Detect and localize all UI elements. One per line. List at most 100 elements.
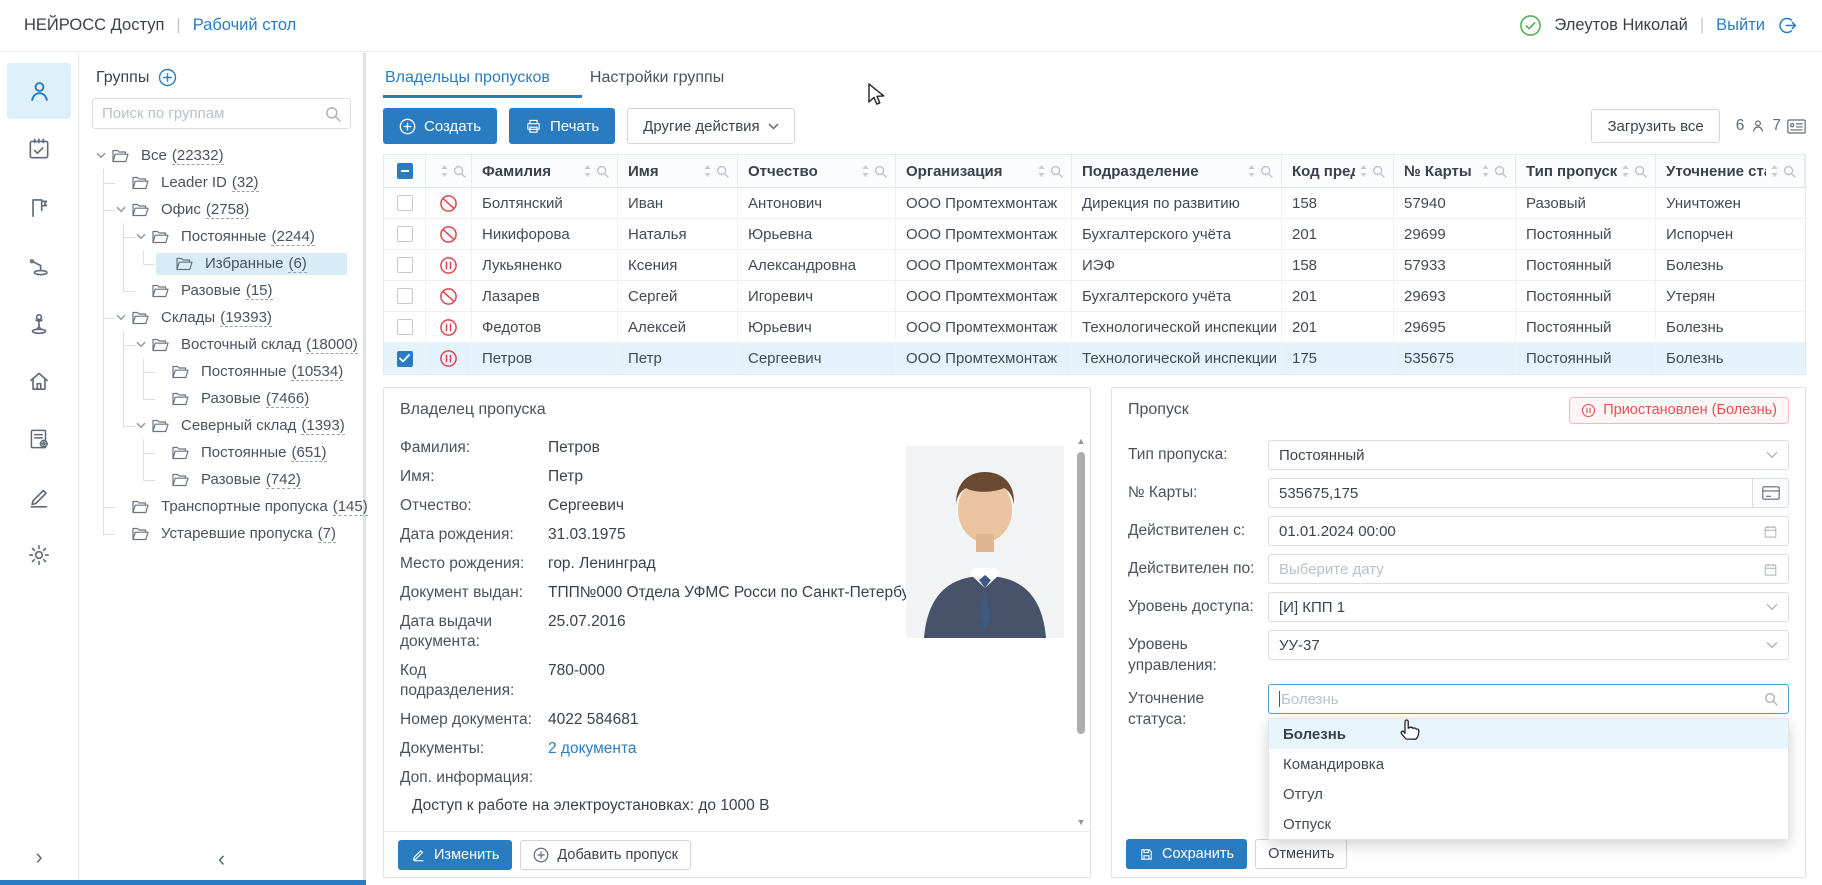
table-row[interactable]: НикифороваНатальяЮрьевнаООО Промтехмонта… bbox=[384, 219, 1805, 250]
dropdown-option[interactable]: Болезнь bbox=[1269, 719, 1788, 749]
row-checkbox[interactable] bbox=[397, 257, 413, 273]
scroll-up-icon[interactable]: ▲ bbox=[1075, 436, 1087, 446]
column-header[interactable]: Уточнение статуса bbox=[1656, 155, 1805, 187]
table-row[interactable]: ЛукьяненкоКсенияАлександровнаООО Промтех… bbox=[384, 250, 1805, 281]
column-search-icon[interactable] bbox=[1372, 165, 1385, 178]
tree-item[interactable]: Восточный склад(18000) bbox=[92, 331, 351, 358]
tree-expand-icon[interactable] bbox=[116, 206, 132, 213]
tree-expand-icon[interactable] bbox=[116, 314, 132, 321]
column-search-icon[interactable] bbox=[716, 165, 729, 178]
tree-item[interactable]: Разовые(742) bbox=[92, 466, 351, 493]
row-checkbox[interactable] bbox=[397, 351, 413, 367]
sort-icon[interactable] bbox=[1481, 164, 1490, 178]
tree-item[interactable]: Избранные(6) bbox=[92, 250, 351, 277]
table-row[interactable]: БолтянскийИванАнтоновичООО Промтехмонтаж… bbox=[384, 188, 1805, 219]
tree-item[interactable]: Все(22332) bbox=[92, 142, 351, 169]
save-button[interactable]: Сохранить bbox=[1126, 839, 1247, 869]
column-search-icon[interactable] bbox=[874, 165, 887, 178]
table-row[interactable]: ФедотовАлексейЮрьевичООО ПромтехмонтажТе… bbox=[384, 312, 1805, 343]
dropdown-option[interactable]: Командировка bbox=[1269, 749, 1788, 779]
tree-item[interactable]: Постоянные(10534) bbox=[92, 358, 351, 385]
add-pass-button[interactable]: Добавить пропуск bbox=[520, 840, 691, 870]
tree-expand-icon[interactable] bbox=[136, 341, 152, 348]
sort-icon[interactable] bbox=[1247, 164, 1256, 178]
column-search-icon[interactable] bbox=[1634, 165, 1647, 178]
create-button[interactable]: Создать bbox=[383, 108, 497, 144]
tree-item[interactable]: Постоянные(2244) bbox=[92, 223, 351, 250]
tree-item[interactable]: Разовые(7466) bbox=[92, 385, 351, 412]
column-header[interactable]: Подразделение bbox=[1072, 155, 1282, 187]
column-search-icon[interactable] bbox=[596, 165, 609, 178]
sort-icon[interactable] bbox=[1770, 164, 1779, 178]
cancel-button[interactable]: Отменить bbox=[1255, 839, 1347, 869]
add-group-icon[interactable] bbox=[158, 68, 177, 87]
select-field[interactable]: Постоянный bbox=[1268, 440, 1789, 470]
column-search-icon[interactable] bbox=[1260, 165, 1273, 178]
row-checkbox[interactable] bbox=[397, 288, 413, 304]
rail-item-document-settings-icon[interactable] bbox=[7, 411, 71, 467]
tab-pass-holders[interactable]: Владельцы пропусков bbox=[383, 62, 552, 98]
rail-item-calendar-check-icon[interactable] bbox=[7, 121, 71, 177]
column-header[interactable]: Код предпр. bbox=[1282, 155, 1394, 187]
groups-collapse-chevron-icon[interactable]: ‹ bbox=[218, 846, 225, 872]
workspace-link[interactable]: Рабочий стол bbox=[193, 16, 297, 35]
sort-icon[interactable] bbox=[861, 164, 870, 178]
rail-item-edit-icon[interactable] bbox=[7, 469, 71, 525]
rail-item-pass-document-icon[interactable] bbox=[7, 179, 71, 235]
load-all-button[interactable]: Загрузить все bbox=[1591, 109, 1719, 143]
column-header[interactable]: № Карты bbox=[1394, 155, 1516, 187]
tree-item[interactable]: Leader ID(32) bbox=[92, 169, 351, 196]
rail-expand-chevron-icon[interactable]: › bbox=[35, 844, 42, 870]
search-icon[interactable] bbox=[325, 106, 341, 122]
rail-item-home-icon[interactable] bbox=[7, 353, 71, 409]
select-all-checkbox[interactable] bbox=[397, 163, 413, 179]
column-header[interactable]: Имя bbox=[618, 155, 738, 187]
date-field[interactable]: Выберите дату bbox=[1268, 554, 1789, 584]
table-row[interactable]: ЛазаревСергейИгоревичООО ПромтехмонтажБу… bbox=[384, 281, 1805, 312]
tree-item[interactable]: Устаревшие пропуска(7) bbox=[92, 520, 351, 547]
column-header[interactable]: Отчество bbox=[738, 155, 896, 187]
column-search-icon[interactable] bbox=[1494, 165, 1507, 178]
tree-expand-icon[interactable] bbox=[136, 422, 152, 429]
date-field[interactable]: 01.01.2024 00:00 bbox=[1268, 516, 1789, 546]
scroll-down-icon[interactable]: ▼ bbox=[1075, 817, 1087, 827]
dropdown-option[interactable]: Отгул bbox=[1269, 779, 1788, 809]
row-checkbox[interactable] bbox=[397, 319, 413, 335]
dropdown-option[interactable]: Отпуск bbox=[1269, 809, 1788, 839]
status-combo-input[interactable]: Болезнь bbox=[1268, 684, 1789, 714]
rail-item-turnstile-icon[interactable] bbox=[7, 237, 71, 293]
sort-icon[interactable] bbox=[1621, 164, 1630, 178]
row-checkbox[interactable] bbox=[397, 195, 413, 211]
column-search-icon[interactable] bbox=[1050, 165, 1063, 178]
edit-owner-button[interactable]: Изменить bbox=[398, 840, 512, 870]
tab-group-settings[interactable]: Настройки группы bbox=[588, 62, 726, 98]
tree-item[interactable]: Склады(19393) bbox=[92, 304, 351, 331]
column-header[interactable]: Организация bbox=[896, 155, 1072, 187]
select-field[interactable]: УУ-37 bbox=[1268, 630, 1789, 660]
tree-expand-icon[interactable] bbox=[136, 233, 152, 240]
table-row[interactable]: ПетровПетрСергеевичООО ПромтехмонтажТехн… bbox=[384, 343, 1805, 374]
row-checkbox[interactable] bbox=[397, 226, 413, 242]
column-header[interactable]: Фамилия bbox=[472, 155, 618, 187]
rail-item-person-icon[interactable] bbox=[7, 63, 71, 119]
tree-item[interactable]: Транспортные пропуска(145) bbox=[92, 493, 351, 520]
calendar-icon[interactable] bbox=[1763, 562, 1778, 577]
column-search-icon[interactable] bbox=[1783, 165, 1796, 178]
groups-search-input[interactable] bbox=[102, 105, 325, 122]
logout-icon[interactable] bbox=[1777, 15, 1798, 36]
select-field[interactable]: [И] КПП 1 bbox=[1268, 592, 1789, 622]
sort-icon[interactable] bbox=[1359, 164, 1368, 178]
logout-link[interactable]: Выйти bbox=[1716, 16, 1765, 35]
print-button[interactable]: Печать bbox=[509, 108, 615, 144]
sort-icon[interactable] bbox=[703, 164, 712, 178]
scrollbar-thumb[interactable] bbox=[1077, 452, 1085, 734]
tree-expand-icon[interactable] bbox=[96, 152, 112, 159]
sort-icon[interactable] bbox=[583, 164, 592, 178]
documents-link[interactable]: 2 документа bbox=[548, 739, 637, 759]
more-actions-button[interactable]: Другие действия bbox=[627, 108, 795, 144]
status-column-header[interactable] bbox=[426, 155, 472, 187]
card-number-input[interactable]: 535675,175 bbox=[1268, 478, 1789, 508]
rail-item-settings-gear-icon[interactable] bbox=[7, 527, 71, 583]
tree-item[interactable]: Разовые(15) bbox=[92, 277, 351, 304]
calendar-icon[interactable] bbox=[1763, 524, 1778, 539]
